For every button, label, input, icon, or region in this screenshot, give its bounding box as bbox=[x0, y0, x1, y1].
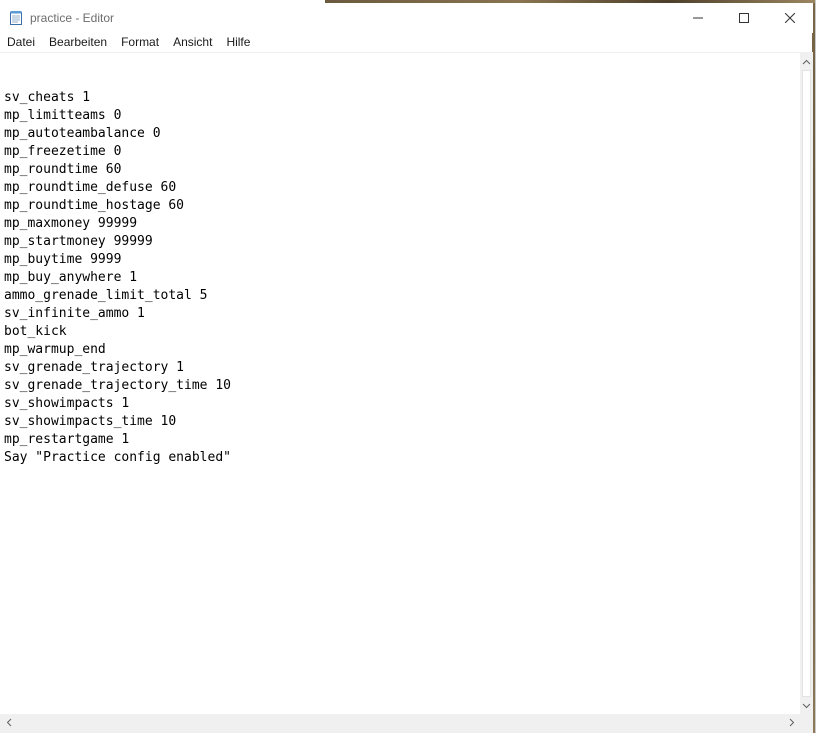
menu-bar: Datei Bearbeiten Format Ansicht Hilfe bbox=[0, 33, 813, 53]
editor-line: bot_kick bbox=[4, 324, 67, 339]
editor-line: sv_showimpacts_time 10 bbox=[4, 414, 177, 429]
maximize-icon bbox=[739, 13, 749, 23]
editor-line: mp_maxmoney 99999 bbox=[4, 216, 138, 231]
horizontal-scroll-track[interactable] bbox=[17, 717, 783, 727]
minimize-icon bbox=[693, 17, 703, 19]
editor-line: mp_freezetime 0 bbox=[4, 144, 122, 159]
menu-ansicht[interactable]: Ansicht bbox=[166, 33, 219, 52]
editor-line: sv_grenade_trajectory_time 10 bbox=[4, 378, 231, 393]
menu-format[interactable]: Format bbox=[114, 33, 166, 52]
editor-line: mp_roundtime 60 bbox=[4, 162, 122, 177]
title-bar[interactable]: practice - Editor bbox=[0, 3, 813, 33]
scroll-up-button[interactable] bbox=[800, 53, 813, 70]
editor-line: mp_roundtime_hostage 60 bbox=[4, 198, 185, 213]
close-icon bbox=[785, 13, 795, 23]
scroll-left-button[interactable] bbox=[0, 714, 17, 730]
menu-datei[interactable]: Datei bbox=[0, 33, 42, 52]
horizontal-scrollbar[interactable] bbox=[0, 714, 800, 730]
scroll-right-arrow-icon bbox=[789, 718, 794, 726]
vertical-scroll-thumb[interactable] bbox=[802, 70, 811, 697]
editor-line: sv_infinite_ammo 1 bbox=[4, 306, 145, 321]
scrollbar-corner bbox=[800, 714, 813, 730]
scroll-down-arrow-icon bbox=[802, 703, 811, 708]
editor-line: mp_warmup_end bbox=[4, 342, 106, 357]
editor-line: sv_cheats 1 bbox=[4, 90, 91, 105]
editor-line: mp_limitteams 0 bbox=[4, 108, 122, 123]
notepad-icon bbox=[10, 11, 22, 25]
editor-line: mp_buytime 9999 bbox=[4, 252, 122, 267]
scroll-down-button[interactable] bbox=[800, 697, 813, 714]
notepad-window: practice - Editor Datei Bearbeiten Forma… bbox=[0, 0, 816, 733]
menu-hilfe[interactable]: Hilfe bbox=[219, 33, 257, 52]
scroll-right-button[interactable] bbox=[783, 714, 800, 730]
editor-line: mp_roundtime_defuse 60 bbox=[4, 180, 177, 195]
editor-line: mp_buy_anywhere 1 bbox=[4, 270, 138, 285]
scroll-left-arrow-icon bbox=[6, 718, 11, 726]
editor-line: mp_autoteambalance 0 bbox=[4, 126, 161, 141]
editor-lines: sv_cheats 1 mp_limitteams 0 mp_autoteambal… bbox=[4, 71, 231, 467]
editor-line: Say "Practice config enabled" bbox=[4, 450, 231, 465]
editor-line: sv_grenade_trajectory 1 bbox=[4, 360, 185, 375]
editor-line: mp_restartgame 1 bbox=[4, 432, 130, 447]
minimize-button[interactable] bbox=[675, 3, 721, 33]
vertical-scrollbar[interactable] bbox=[800, 53, 813, 714]
menu-bearbeiten[interactable]: Bearbeiten bbox=[42, 33, 114, 52]
maximize-button[interactable] bbox=[721, 3, 767, 33]
editor-line: ammo_grenade_limit_total 5 bbox=[4, 288, 208, 303]
window-title: practice - Editor bbox=[30, 11, 115, 25]
close-button[interactable] bbox=[767, 3, 813, 33]
text-editor-area[interactable]: sv_cheats 1 mp_limitteams 0 mp_autoteambal… bbox=[0, 53, 800, 714]
scroll-up-arrow-icon bbox=[802, 59, 811, 64]
editor-line: sv_showimpacts 1 bbox=[4, 396, 130, 411]
caption-buttons bbox=[675, 3, 813, 33]
editor-line: mp_startmoney 99999 bbox=[4, 234, 153, 249]
